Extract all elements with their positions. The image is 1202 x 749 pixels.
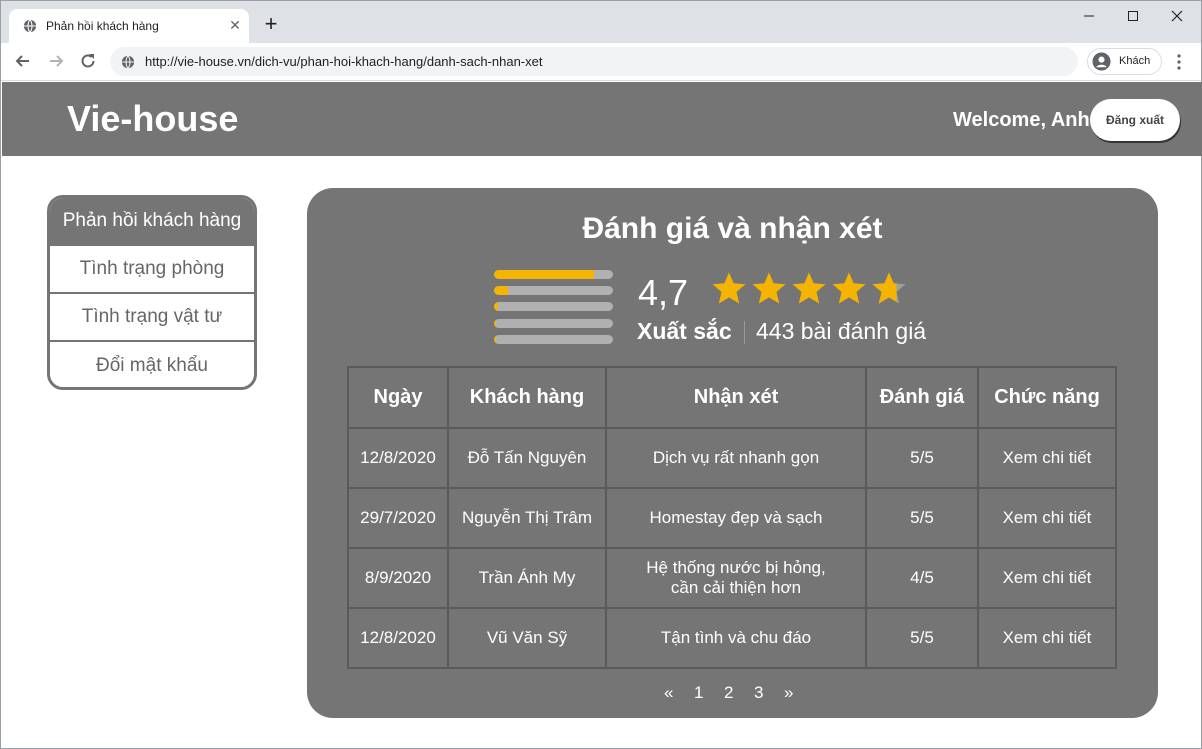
table-row: 8/9/2020 Trần Ánh My Hệ thống nước bị hỏ…	[347, 547, 1117, 609]
view-detail-link[interactable]: Xem chi tiết	[977, 487, 1117, 549]
pagination-next[interactable]: »	[784, 683, 793, 703]
view-detail-link[interactable]: Xem chi tiết	[977, 607, 1117, 669]
brand-logo[interactable]: Vie-house	[67, 98, 238, 140]
column-header-action: Chức năng	[977, 366, 1117, 429]
cell-customer: Vũ Văn Sỹ	[447, 607, 607, 669]
cell-customer: Trần Ánh My	[447, 547, 607, 609]
pagination-page-2[interactable]: 2	[724, 683, 733, 703]
rating-bar-5	[494, 270, 613, 279]
pagination-page-1[interactable]: 1	[694, 683, 703, 703]
star-half-icon	[872, 272, 906, 304]
cell-rating: 5/5	[865, 607, 979, 669]
kebab-menu-icon[interactable]	[1171, 52, 1187, 72]
rating-bar-1	[494, 335, 613, 344]
sidebar-item-feedback[interactable]: Phản hồi khách hàng	[50, 198, 254, 246]
forward-arrow-icon[interactable]	[46, 51, 66, 71]
rating-bar-4	[494, 286, 613, 295]
browser-toolbar: http://vie-house.vn/dich-vu/phan-hoi-kha…	[1, 43, 1201, 81]
table-row: 12/8/2020 Đỗ Tấn Nguyên Dịch vụ rất nhan…	[347, 427, 1117, 489]
address-url: http://vie-house.vn/dich-vu/phan-hoi-kha…	[145, 54, 543, 69]
cell-customer: Nguyễn Thị Trâm	[447, 487, 607, 549]
cell-comment: Dịch vụ rất nhanh gọn	[605, 427, 867, 489]
rating-bar-fill	[494, 302, 498, 311]
profile-label: Khách	[1119, 55, 1151, 67]
close-icon[interactable]	[1155, 5, 1199, 29]
rating-bar-fill	[494, 319, 497, 328]
minimize-icon[interactable]	[1067, 5, 1111, 29]
close-tab-icon[interactable]: ✕	[227, 17, 243, 33]
globe-icon	[23, 19, 37, 33]
new-tab-button[interactable]: +	[261, 13, 281, 35]
table-header-row: Ngày Khách hàng Nhận xét Đánh giá Chức n…	[347, 366, 1117, 429]
browser-tab[interactable]: Phản hồi khách hàng ✕	[9, 9, 249, 43]
reload-icon[interactable]	[78, 51, 98, 71]
site-header: Vie-house Welcome, Anh Đăng xuất	[2, 82, 1202, 156]
cell-date: 29/7/2020	[347, 487, 449, 549]
sidebar-item-supplies-status[interactable]: Tình trạng vật tư	[50, 294, 254, 342]
cell-comment: Tận tình và chu đáo	[605, 607, 867, 669]
rating-bar-fill	[494, 286, 509, 295]
rating-bar-2	[494, 319, 613, 328]
address-bar[interactable]: http://vie-house.vn/dich-vu/phan-hoi-kha…	[110, 47, 1078, 76]
column-header-date: Ngày	[347, 366, 449, 429]
rating-bar-3	[494, 302, 613, 311]
reviews-panel: Đánh giá và nhận xét 4,7 Xuất sắc 443 bà…	[307, 188, 1158, 718]
view-detail-link[interactable]: Xem chi tiết	[977, 427, 1117, 489]
cell-comment: Hệ thống nước bị hỏng, cần cải thiện hơn	[605, 547, 867, 609]
cell-date: 12/8/2020	[347, 427, 449, 489]
tab-title: Phản hồi khách hàng	[46, 19, 159, 33]
table-row: 29/7/2020 Nguyễn Thị Trâm Homestay đẹp v…	[347, 487, 1117, 549]
star-icon	[792, 272, 826, 304]
star-icon	[752, 272, 786, 304]
page-title: Đánh giá và nhận xét	[582, 212, 883, 245]
cell-comment: Homestay đẹp và sạch	[605, 487, 867, 549]
star-icon	[832, 272, 866, 304]
rating-bar-fill	[494, 270, 594, 279]
rating-count: 443 bài đánh giá	[756, 318, 927, 344]
rating-distribution	[494, 270, 614, 345]
sidebar-item-room-status[interactable]: Tình trạng phòng	[50, 246, 254, 294]
reviews-table: Ngày Khách hàng Nhận xét Đánh giá Chức n…	[347, 366, 1117, 669]
cell-customer: Đỗ Tấn Nguyên	[447, 427, 607, 489]
cell-rating: 5/5	[865, 487, 979, 549]
divider	[744, 321, 745, 344]
browser-window: Phản hồi khách hàng ✕ + http://vie-house…	[0, 0, 1202, 749]
logout-button[interactable]: Đăng xuất	[1090, 99, 1180, 141]
back-arrow-icon[interactable]	[13, 51, 33, 71]
rating-bar-fill	[494, 335, 497, 344]
sidebar-menu: Phản hồi khách hàng Tình trạng phòng Tìn…	[47, 195, 257, 390]
cell-rating: 4/5	[865, 547, 979, 609]
column-header-rating: Đánh giá	[865, 366, 979, 429]
column-header-comment: Nhận xét	[605, 366, 867, 429]
column-header-customer: Khách hàng	[447, 366, 607, 429]
profile-button[interactable]: Khách	[1087, 48, 1162, 75]
rating-score: 4,7	[638, 272, 689, 313]
pagination-prev[interactable]: «	[664, 683, 673, 703]
globe-icon	[121, 55, 135, 69]
star-icon	[712, 272, 746, 304]
table-row: 12/8/2020 Vũ Văn Sỹ Tận tình và chu đáo …	[347, 607, 1117, 669]
cell-rating: 5/5	[865, 427, 979, 489]
rating-label: Xuất sắc	[637, 318, 732, 344]
tab-strip: Phản hồi khách hàng ✕ +	[1, 1, 1201, 43]
view-detail-link[interactable]: Xem chi tiết	[977, 547, 1117, 609]
pagination-page-3[interactable]: 3	[754, 683, 763, 703]
welcome-text: Welcome, Anh	[953, 109, 1090, 131]
sidebar-item-change-password[interactable]: Đổi mật khẩu	[50, 342, 254, 387]
cell-date: 8/9/2020	[347, 547, 449, 609]
maximize-icon[interactable]	[1111, 5, 1155, 29]
cell-date: 12/8/2020	[347, 607, 449, 669]
avatar-icon	[1092, 52, 1111, 71]
